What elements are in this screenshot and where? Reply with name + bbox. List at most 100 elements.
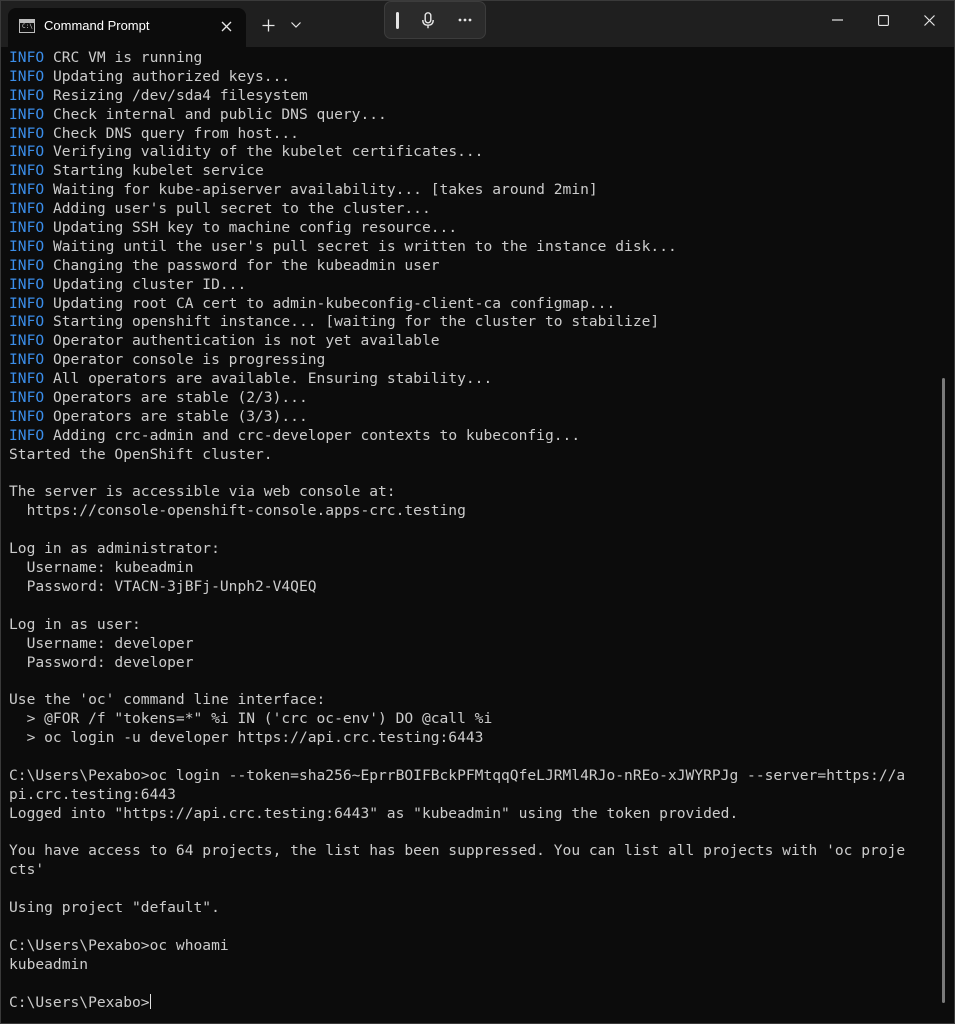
more-options-button[interactable] bbox=[455, 10, 475, 30]
terminal-line-text: Password: VTACN-3jBFj-Unph2-V4QEQ bbox=[9, 577, 317, 595]
terminal-line: INFO Starting kubelet service bbox=[9, 162, 939, 181]
terminal-line-text: Operators are stable (2/3)... bbox=[44, 389, 308, 407]
terminal-line-text: All operators are available. Ensuring st… bbox=[44, 370, 493, 388]
terminal-line-text: Waiting until the user's pull secret is … bbox=[44, 237, 677, 255]
terminal-line: INFO Waiting for kube-apiserver availabi… bbox=[9, 181, 939, 200]
log-level-label: INFO bbox=[9, 86, 45, 104]
log-level-label: INFO bbox=[9, 200, 45, 218]
terminal-line: INFO Verifying validity of the kubelet c… bbox=[9, 143, 939, 162]
maximize-icon bbox=[877, 14, 889, 26]
terminal-line: Password: VTACN-3jBFj-Unph2-V4QEQ bbox=[9, 578, 939, 597]
terminal-line-text: Adding user's pull secret to the cluster… bbox=[44, 200, 431, 218]
terminal-line-text: Changing the password for the kubeadmin … bbox=[44, 256, 440, 274]
terminal-line: > oc login -u developer https://api.crc.… bbox=[9, 729, 939, 748]
log-level-label: INFO bbox=[9, 124, 45, 142]
new-tab-button[interactable] bbox=[255, 14, 281, 36]
terminal-line-text: C:\Users\Pexabo>oc login --token=sha256~… bbox=[9, 766, 906, 784]
terminal-line: Username: developer bbox=[9, 635, 939, 654]
terminal-line-text: You have access to 64 projects, the list… bbox=[9, 842, 906, 860]
terminal-line: Password: developer bbox=[9, 654, 939, 673]
terminal-line: Username: kubeadmin bbox=[9, 559, 939, 578]
title-bar: C:\ Command Prompt bbox=[0, 0, 955, 47]
terminal-line: INFO Starting openshift instance... [wai… bbox=[9, 313, 939, 332]
terminal-line: INFO Operator console is progressing bbox=[9, 351, 939, 370]
log-level-label: INFO bbox=[9, 162, 45, 180]
terminal-line: INFO Operators are stable (3/3)... bbox=[9, 408, 939, 427]
log-level-label: INFO bbox=[9, 49, 45, 66]
terminal-line-text: Updating cluster ID... bbox=[44, 275, 247, 293]
log-level-label: INFO bbox=[9, 237, 45, 255]
log-level-label: INFO bbox=[9, 332, 45, 350]
plus-icon bbox=[262, 19, 274, 31]
terminal-line: INFO Waiting until the user's pull secre… bbox=[9, 238, 939, 257]
terminal-line: https://console-openshift-console.apps-c… bbox=[9, 502, 939, 521]
terminal-line-text: The server is accessible via web console… bbox=[9, 483, 396, 501]
terminal-line-text: Waiting for kube-apiserver availability.… bbox=[44, 181, 598, 199]
terminal-line-text: Resizing /dev/sda4 filesystem bbox=[44, 86, 308, 104]
log-level-label: INFO bbox=[9, 370, 45, 388]
terminal-line-text: Updating authorized keys... bbox=[44, 67, 291, 85]
terminal-line-text: https://console-openshift-console.apps-c… bbox=[9, 502, 466, 520]
terminal-line: Logged into "https://api.crc.testing:644… bbox=[9, 805, 939, 824]
maximize-button[interactable] bbox=[860, 0, 906, 40]
tab-title: Command Prompt bbox=[44, 18, 150, 33]
log-level-label: INFO bbox=[9, 294, 45, 312]
terminal-line-text: Check DNS query from host... bbox=[44, 124, 299, 142]
terminal-line-text: Using project "default". bbox=[9, 899, 220, 917]
terminal-line-text: Adding crc-admin and crc-developer conte… bbox=[44, 426, 581, 444]
scrollbar-thumb[interactable] bbox=[942, 378, 945, 1003]
close-icon bbox=[923, 14, 935, 26]
microphone-icon bbox=[422, 11, 434, 28]
terminal-line-text: Operators are stable (3/3)... bbox=[44, 407, 308, 425]
terminal-line: Using project "default". bbox=[9, 899, 939, 918]
terminal-line: You have access to 64 projects, the list… bbox=[9, 842, 939, 861]
prompt-text: C:\Users\Pexabo> bbox=[9, 993, 150, 1011]
terminal-line-text: Logged into "https://api.crc.testing:644… bbox=[9, 804, 739, 822]
terminal-line: INFO Updating root CA cert to admin-kube… bbox=[9, 295, 939, 314]
terminal-line-text: kubeadmin bbox=[9, 955, 89, 973]
terminal-line-text: Operator console is progressing bbox=[44, 351, 326, 369]
terminal-line-text: Username: kubeadmin bbox=[9, 559, 194, 577]
command-prompt-line[interactable]: C:\Users\Pexabo> bbox=[9, 993, 939, 1013]
microphone-button[interactable] bbox=[418, 10, 438, 30]
terminal-line: C:\Users\Pexabo>oc login --token=sha256~… bbox=[9, 767, 939, 786]
terminal-line: INFO Operator authentication is not yet … bbox=[9, 332, 939, 351]
text-cursor bbox=[149, 993, 152, 1009]
terminal-line-text: Check internal and public DNS query... bbox=[44, 105, 387, 123]
terminal-line: cts' bbox=[9, 861, 939, 880]
terminal-line-text: Log in as user: bbox=[9, 615, 141, 633]
drag-handle-icon[interactable] bbox=[396, 12, 399, 29]
log-level-label: INFO bbox=[9, 105, 45, 123]
terminal-line: > @FOR /f "tokens=*" %i IN ('crc oc-env'… bbox=[9, 710, 939, 729]
terminal-line: kubeadmin bbox=[9, 956, 939, 975]
chevron-down-icon bbox=[291, 22, 301, 28]
log-level-label: INFO bbox=[9, 426, 45, 444]
terminal-line: pi.crc.testing:6443 bbox=[9, 786, 939, 805]
terminal-line: INFO Check DNS query from host... bbox=[9, 125, 939, 144]
terminal-line: INFO Adding crc-admin and crc-developer … bbox=[9, 427, 939, 446]
tab-close-button[interactable] bbox=[214, 15, 238, 37]
terminal-line: INFO Changing the password for the kubea… bbox=[9, 257, 939, 276]
terminal-line: INFO Adding user's pull secret to the cl… bbox=[9, 200, 939, 219]
minimize-button[interactable] bbox=[814, 0, 860, 40]
terminal-line: INFO Updating cluster ID... bbox=[9, 276, 939, 295]
terminal-line-text: C:\Users\Pexabo>oc whoami bbox=[9, 936, 229, 954]
terminal-output[interactable]: INFO CRC VM is running INFO Updating auth… bbox=[9, 49, 939, 1021]
log-level-label: INFO bbox=[9, 67, 45, 85]
terminal-line-text: Use the 'oc' command line interface: bbox=[9, 691, 326, 709]
terminal-line: Log in as user: bbox=[9, 616, 939, 635]
terminal-line: C:\Users\Pexabo>oc whoami bbox=[9, 937, 939, 956]
log-level-label: INFO bbox=[9, 313, 45, 331]
log-level-label: INFO bbox=[9, 275, 45, 293]
tab-command-prompt[interactable]: C:\ Command Prompt bbox=[8, 8, 246, 47]
tab-dropdown-button[interactable] bbox=[285, 14, 307, 36]
window-close-button[interactable] bbox=[906, 0, 952, 40]
terminal-line: Started the OpenShift cluster. bbox=[9, 446, 939, 465]
terminal-line: INFO Check internal and public DNS query… bbox=[9, 106, 939, 125]
